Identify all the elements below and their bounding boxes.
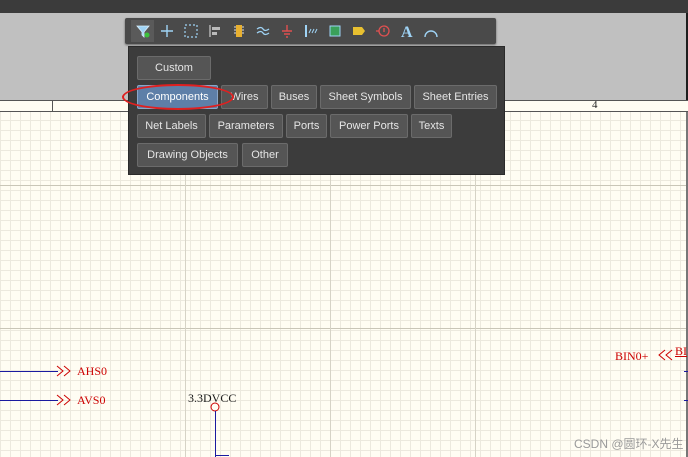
filter-chip-custom[interactable]: Custom <box>137 56 211 80</box>
wire[interactable] <box>215 455 229 456</box>
filter-chip-power-ports[interactable]: Power Ports <box>330 114 408 138</box>
wire[interactable] <box>684 400 688 401</box>
active-bar-toolbar: A <box>125 18 496 44</box>
wire-icon[interactable] <box>251 20 274 42</box>
svg-text:A: A <box>401 24 413 39</box>
component-icon[interactable] <box>227 20 250 42</box>
filter-chip-texts[interactable]: Texts <box>411 114 452 138</box>
arc-icon[interactable] <box>419 20 442 42</box>
wire[interactable] <box>684 371 688 372</box>
filter-chip-components[interactable]: Components <box>137 85 218 109</box>
port-label[interactable]: BIN0+ <box>615 349 648 364</box>
filter-chip-wires[interactable]: Wires <box>221 85 268 109</box>
filter-chip-ports[interactable]: Ports <box>286 114 327 138</box>
port-arrow-icon[interactable] <box>56 365 74 377</box>
zone-divider <box>52 100 53 112</box>
filter-chip-net-labels[interactable]: Net Labels <box>137 114 206 138</box>
top-title-bar <box>0 0 688 13</box>
sheet-frame-line <box>0 185 688 186</box>
port-icon[interactable] <box>347 20 370 42</box>
select-rect-icon[interactable] <box>179 20 202 42</box>
align-icon[interactable] <box>203 20 226 42</box>
filter-chip-sheet-entries[interactable]: Sheet Entries <box>414 85 497 109</box>
text-icon[interactable]: A <box>395 20 418 42</box>
filter-chip-sheet-symbols[interactable]: Sheet Symbols <box>320 85 411 109</box>
wire[interactable] <box>0 400 58 401</box>
filter-chip-other[interactable]: Other <box>242 143 288 167</box>
crosshair-icon[interactable] <box>155 20 178 42</box>
no-erc-icon[interactable] <box>371 20 394 42</box>
sheet-symbol-icon[interactable] <box>323 20 346 42</box>
port-arrow-icon[interactable] <box>658 349 676 361</box>
sheet-frame-line <box>0 328 688 329</box>
port-label[interactable]: BI <box>675 344 687 359</box>
wire[interactable] <box>0 371 58 372</box>
filter-chip-drawing-objects[interactable]: Drawing Objects <box>137 143 238 167</box>
filter-chip-parameters[interactable]: Parameters <box>209 114 283 138</box>
port-arrow-icon[interactable] <box>56 394 74 406</box>
ground-icon[interactable] <box>275 20 298 42</box>
wire[interactable] <box>215 411 216 457</box>
port-label[interactable]: AVS0 <box>77 393 105 408</box>
zone-label: 4 <box>592 99 598 111</box>
watermark: CSDN @圆环-X先生 <box>574 437 684 451</box>
port-label[interactable]: AHS0 <box>77 364 107 379</box>
bus-icon[interactable] <box>299 20 322 42</box>
filter-chip-buses[interactable]: Buses <box>271 85 317 109</box>
filter-icon[interactable] <box>131 20 154 42</box>
